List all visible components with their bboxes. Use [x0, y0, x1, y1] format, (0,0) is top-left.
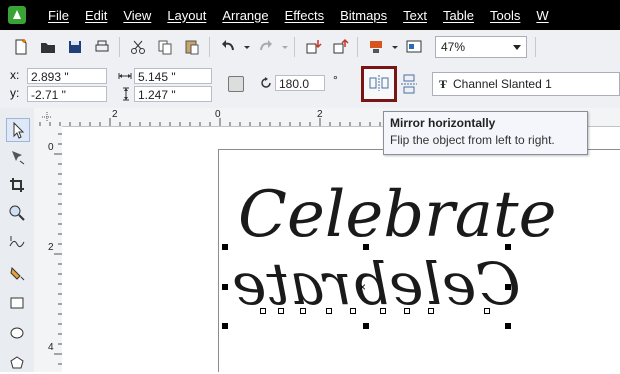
app-logo-icon: [8, 6, 26, 24]
y-position-label: y:: [10, 86, 20, 100]
tooltip-title: Mirror horizontally: [390, 116, 496, 130]
selection-handle[interactable]: [505, 323, 511, 329]
object-height-field[interactable]: 1.247 ": [134, 86, 212, 102]
menu-window[interactable]: W: [528, 8, 556, 23]
truetype-font-icon: Ŧ: [439, 76, 448, 91]
y-position-field[interactable]: -2.71 ": [27, 86, 107, 102]
celebrate-text-mirrored[interactable]: Celebrate: [232, 250, 521, 318]
rectangle-tool-icon[interactable]: [6, 292, 28, 314]
selection-handle[interactable]: [222, 284, 228, 290]
menu-file[interactable]: File: [40, 8, 77, 23]
smart-fill-tool-icon[interactable]: [6, 262, 28, 284]
vertical-ruler[interactable]: 0 2 4: [34, 126, 63, 372]
print-icon[interactable]: [89, 35, 115, 59]
text-node[interactable]: [350, 308, 356, 314]
lock-ratio-icon[interactable]: [228, 76, 244, 92]
menu-effects[interactable]: Effects: [277, 8, 333, 23]
ruler-label: 4: [48, 342, 54, 353]
menu-bar: File Edit View Layout Arrange Effects Bi…: [0, 0, 620, 30]
pick-tool-icon[interactable]: [6, 118, 30, 142]
welcome-screen-icon[interactable]: [401, 35, 427, 59]
page-border-left: [218, 149, 219, 372]
ruler-label: 0: [48, 142, 54, 153]
text-node[interactable]: [484, 308, 490, 314]
toolbar-separator: [535, 37, 536, 57]
chevron-down-icon: [513, 40, 521, 54]
copy-icon[interactable]: [152, 35, 178, 59]
text-node[interactable]: [326, 308, 332, 314]
save-icon[interactable]: [62, 35, 88, 59]
menu-tools[interactable]: Tools: [482, 8, 528, 23]
rotation-unit: °: [333, 73, 338, 87]
menu-bitmaps[interactable]: Bitmaps: [332, 8, 395, 23]
import-icon[interactable]: [300, 35, 326, 59]
shape-tool-icon[interactable]: [6, 146, 28, 168]
open-folder-icon[interactable]: [35, 35, 61, 59]
rotation-angle-field[interactable]: 180.0: [275, 75, 325, 91]
ruler-label: 2: [317, 109, 323, 120]
toolbar-separator: [294, 37, 295, 57]
x-position-label: x:: [10, 68, 20, 82]
tooltip-description: Flip the object from left to right.: [390, 133, 555, 147]
height-icon: [120, 87, 132, 104]
crop-tool-icon[interactable]: [6, 174, 28, 196]
toolbar-separator: [357, 37, 358, 57]
zoom-level-select[interactable]: 47%: [435, 36, 527, 58]
menu-table[interactable]: Table: [435, 8, 482, 23]
width-icon: [118, 70, 132, 85]
selection-handle[interactable]: [505, 284, 511, 290]
object-width-field[interactable]: 5.145 ": [134, 68, 212, 84]
selection-handle[interactable]: [222, 323, 228, 329]
ruler-label: 2: [48, 242, 54, 253]
zoom-tool-icon[interactable]: [6, 202, 28, 224]
redo-icon[interactable]: [253, 35, 279, 59]
rotate-icon: [259, 76, 273, 93]
menu-text[interactable]: Text: [395, 8, 435, 23]
tooltip: Mirror horizontally Flip the object from…: [383, 111, 588, 155]
launcher-dropdown-icon[interactable]: [390, 35, 400, 59]
font-family-value: Channel Slanted 1: [453, 77, 552, 91]
mirror-horizontally-icon: [368, 73, 390, 96]
toolbox: [0, 108, 35, 372]
text-node[interactable]: [404, 308, 410, 314]
mirror-vertically-icon: [400, 73, 418, 98]
celebrate-text-upright[interactable]: Celebrate: [238, 180, 557, 250]
standard-toolbar: 47%: [0, 30, 620, 65]
cut-icon[interactable]: [125, 35, 151, 59]
menu-arrange[interactable]: Arrange: [214, 8, 276, 23]
selection-handle[interactable]: [363, 323, 369, 329]
mirror-horizontally-button[interactable]: [361, 66, 397, 102]
selection-handle[interactable]: [505, 244, 511, 250]
paste-icon[interactable]: [179, 35, 205, 59]
toolbar-separator: [209, 37, 210, 57]
selection-handle[interactable]: [222, 244, 228, 250]
zoom-level-value: 47%: [441, 40, 466, 54]
ruler-origin-icon[interactable]: [40, 110, 54, 126]
menu-edit[interactable]: Edit: [77, 8, 115, 23]
menu-layout[interactable]: Layout: [159, 8, 214, 23]
mirror-vertically-button[interactable]: [398, 72, 420, 98]
undo-dropdown-icon[interactable]: [242, 35, 252, 59]
new-document-icon[interactable]: [8, 35, 34, 59]
undo-icon[interactable]: [215, 35, 241, 59]
text-node[interactable]: [428, 308, 434, 314]
x-position-field[interactable]: 2.893 ": [27, 68, 107, 84]
selection-handle[interactable]: [363, 244, 369, 250]
menu-view[interactable]: View: [115, 8, 159, 23]
ruler-label: 0: [215, 109, 221, 120]
ellipse-tool-icon[interactable]: [6, 322, 28, 344]
font-family-select[interactable]: Ŧ Channel Slanted 1: [432, 72, 620, 96]
freehand-tool-icon[interactable]: [6, 232, 28, 254]
application-launcher-icon[interactable]: [363, 35, 389, 59]
redo-dropdown-icon[interactable]: [280, 35, 290, 59]
toolbar-separator: [119, 37, 120, 57]
text-node[interactable]: [260, 308, 266, 314]
text-node[interactable]: [278, 308, 284, 314]
polygon-tool-icon[interactable]: [6, 352, 28, 374]
text-node[interactable]: [380, 308, 386, 314]
selection-center-marker: ×: [359, 280, 367, 294]
export-icon[interactable]: [327, 35, 353, 59]
ruler-label: 2: [112, 109, 118, 120]
text-node[interactable]: [300, 308, 306, 314]
